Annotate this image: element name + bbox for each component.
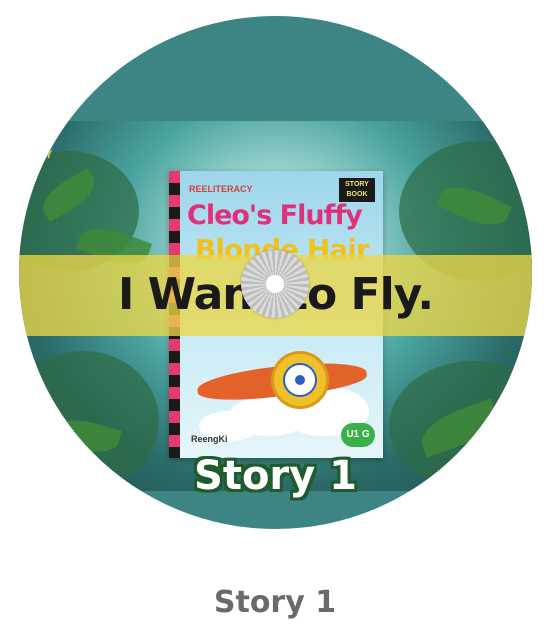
book-title-line1: Cleo's Fluffy xyxy=(187,200,363,231)
story-disc-button[interactable]: CY REELITERACY STORY BOOK Cleo's Fluffy … xyxy=(19,16,532,529)
disc-story-label: Story 1 xyxy=(194,453,357,499)
disc-center-dot xyxy=(266,275,284,293)
story-caption[interactable]: Story 1 xyxy=(0,585,550,620)
storybook-badge-line2: BOOK xyxy=(346,191,368,198)
brand-logo-partial: CY xyxy=(37,149,53,161)
level-badge: U1 G xyxy=(341,423,375,447)
storybook-badge: STORY BOOK xyxy=(339,178,375,202)
book-brand-logo: REELITERACY xyxy=(189,184,253,194)
book-author: ReengKi xyxy=(191,434,228,444)
storybook-badge-line1: STORY xyxy=(345,181,369,188)
propeller-hub xyxy=(295,375,305,385)
